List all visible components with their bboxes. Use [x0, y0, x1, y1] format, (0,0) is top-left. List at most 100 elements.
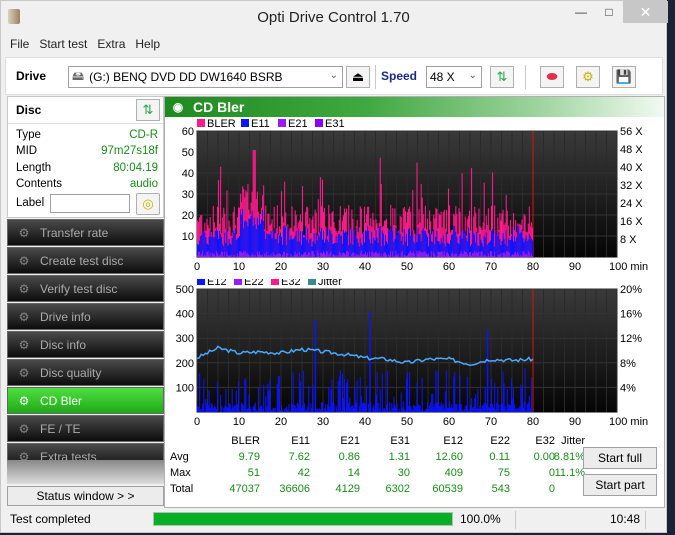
e21-bar — [472, 252, 474, 257]
close-button[interactable]: ✕ — [623, 1, 668, 23]
menu-start-test[interactable]: Start test — [34, 34, 92, 54]
e21-bar — [310, 256, 312, 257]
e11-bar — [388, 229, 390, 257]
start-part-button[interactable]: Start part — [583, 474, 657, 496]
e12-bar — [357, 411, 359, 412]
e21-bar — [498, 254, 500, 257]
e21-bar — [420, 252, 422, 257]
speed-label: Speed — [381, 69, 418, 83]
e12-bar — [435, 370, 437, 412]
e21-bar — [344, 253, 346, 257]
e12-bar — [308, 385, 310, 412]
e12-bar — [500, 404, 502, 412]
e21-bar — [461, 253, 463, 257]
e12-spike — [369, 311, 371, 412]
e21-bar — [216, 252, 218, 257]
e12-bar — [319, 409, 321, 412]
e21-bar — [383, 252, 385, 257]
speed-select[interactable]: 48 X ⌄ — [426, 66, 482, 88]
e21-bar — [529, 256, 531, 257]
menu-help[interactable]: Help — [130, 34, 165, 54]
eject-button[interactable]: ⏏ — [346, 66, 370, 88]
e21-bar — [306, 254, 308, 257]
e12-bar — [294, 405, 296, 412]
e21-bar — [389, 255, 391, 257]
e21-bar — [319, 252, 321, 257]
nav-item-create-test-disc[interactable]: ⚙ Create test disc — [7, 247, 164, 274]
e21-bar — [248, 255, 250, 257]
e11-bar — [512, 227, 514, 257]
status-window-button[interactable]: Status window > > — [7, 486, 164, 506]
e11-bar — [436, 230, 438, 257]
e12-bar — [447, 408, 449, 412]
nav-item-disc-quality[interactable]: ⚙ Disc quality — [7, 359, 164, 386]
drive-label: Drive — [16, 69, 47, 83]
e21-bar — [287, 253, 289, 257]
maximize-button[interactable]: □ — [595, 1, 623, 23]
refresh-button[interactable]: ⇅ — [490, 66, 514, 88]
e11-bar — [233, 233, 235, 257]
e21-bar — [305, 251, 307, 257]
e21-bar — [377, 253, 379, 257]
nav-item-drive-info[interactable]: ⚙ Drive info — [7, 303, 164, 330]
start-full-button[interactable]: Start full — [583, 447, 657, 469]
e11-bar — [252, 225, 254, 257]
save-button[interactable]: 💾 — [612, 66, 636, 88]
e21-bar — [229, 255, 231, 257]
menu-file[interactable]: File — [5, 34, 34, 54]
e21-bar — [497, 255, 499, 257]
e11-bar — [268, 233, 270, 257]
disc-label-button[interactable]: ◎ — [136, 193, 160, 215]
e12-bar — [231, 388, 233, 412]
disc-refresh-button[interactable]: ⇅ — [136, 99, 160, 121]
e21-bar — [346, 250, 348, 257]
drive-select[interactable]: 🖴 (G:) BENQ DVD DD DW1640 BSRB ⌄ — [68, 66, 343, 88]
e11-bar — [509, 240, 511, 257]
erase-button[interactable]: ⬬ — [540, 66, 564, 88]
nav-item-transfer-rate[interactable]: ⚙ Transfer rate — [7, 219, 164, 246]
nav-item-cd-bler[interactable]: ⚙ CD Bler — [7, 387, 164, 414]
menu-extra[interactable]: Extra — [92, 34, 130, 54]
e11-bar — [218, 238, 220, 257]
e12-bar — [389, 402, 391, 412]
e21-bar — [475, 252, 477, 257]
stats-cell: 6302 — [385, 483, 410, 495]
e11-bar — [263, 221, 265, 257]
e12-bar — [288, 403, 290, 412]
stats-row-label: Max — [170, 467, 191, 479]
progress-bar — [153, 512, 453, 526]
y-tick-label: 200 — [176, 358, 194, 370]
disc-type-key: Type — [16, 129, 41, 141]
e21-bar — [458, 255, 460, 257]
left-panel: Disc ⇅ Type CD-R MID 97m27s18f Length 80:04… — [7, 96, 164, 508]
nav-disc-icon: ⚙ — [18, 337, 30, 352]
label-input[interactable] — [50, 194, 130, 213]
nav-item-verify-test-disc[interactable]: ⚙ Verify test disc — [7, 275, 164, 302]
nav-item-fe-te[interactable]: ⚙ FE / TE — [7, 415, 164, 442]
e21-bar — [317, 253, 319, 257]
minimize-button[interactable]: — — [567, 1, 595, 23]
e12-bar — [395, 407, 397, 412]
nav-item-disc-info[interactable]: ⚙ Disc info — [7, 331, 164, 358]
stats-cell: 30 — [397, 467, 410, 479]
e21-bar — [209, 252, 211, 257]
e12-bar — [348, 402, 350, 412]
e21-bar — [504, 254, 506, 257]
e21-bar — [523, 250, 525, 257]
e21-bar — [284, 251, 286, 257]
x-tick-label: 40 — [359, 261, 371, 273]
e21-bar — [318, 256, 320, 257]
e21-bar — [307, 254, 309, 257]
e21-bar — [199, 252, 201, 257]
stats-cell: 4129 — [335, 483, 360, 495]
settings-button[interactable]: ⚙ — [576, 66, 600, 88]
e11-bar — [386, 241, 388, 257]
e12-bar — [509, 404, 511, 412]
e12-bar — [258, 408, 260, 412]
e21-bar — [530, 253, 532, 257]
e12-bar — [201, 409, 203, 412]
stats-row-label: Total — [170, 483, 194, 495]
e12-bar — [202, 403, 204, 412]
e21-bar — [408, 253, 410, 257]
e12-bar — [489, 403, 491, 412]
